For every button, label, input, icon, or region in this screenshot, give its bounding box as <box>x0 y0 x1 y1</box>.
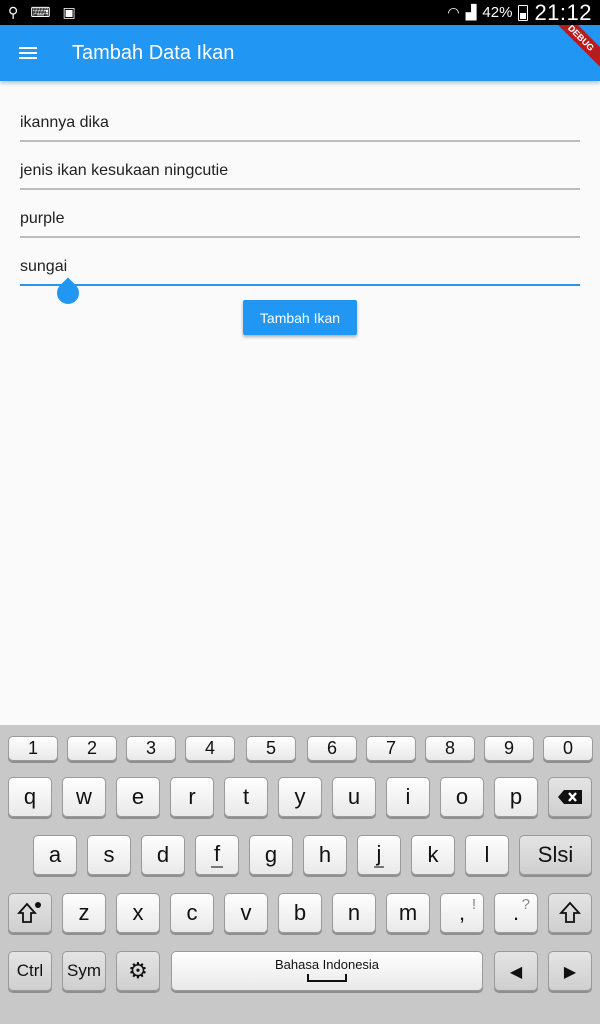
key-q[interactable]: q <box>8 777 52 817</box>
key-c[interactable]: c <box>170 893 214 933</box>
battery-icon <box>518 4 529 21</box>
key-5[interactable]: 5 <box>246 736 296 761</box>
app-bar: Tambah Data Ikan DEBUG <box>0 25 600 81</box>
key-period[interactable]: . ? <box>494 893 538 933</box>
sym-key[interactable]: Sym <box>62 951 106 991</box>
key-j-label: j <box>373 842 385 868</box>
clock: 21:12 <box>534 0 592 25</box>
key-d[interactable]: d <box>141 835 185 875</box>
space-icon <box>307 974 347 982</box>
key-7[interactable]: 7 <box>366 736 416 761</box>
shift-icon <box>17 902 41 923</box>
wifi-icon: ◠ <box>447 4 460 21</box>
key-j[interactable]: j <box>357 835 401 875</box>
cursor-right-key[interactable]: ▶ <box>548 951 592 991</box>
status-bar: ⚲ ⌨ ▣ ◠ ▟ 42% 21:12 <box>0 0 600 25</box>
fish-color-field[interactable]: purple <box>20 206 580 238</box>
backspace-key[interactable] <box>548 777 592 817</box>
cursor-left-key[interactable]: ◀ <box>494 951 538 991</box>
shift-icon <box>558 901 582 923</box>
key-m[interactable]: m <box>386 893 430 933</box>
battery-percent: 42% <box>482 4 513 21</box>
key-f-label: f <box>210 842 224 868</box>
key-l[interactable]: l <box>465 835 509 875</box>
key-b[interactable]: b <box>278 893 322 933</box>
key-1[interactable]: 1 <box>8 736 58 761</box>
arrow-left-icon: ◀ <box>509 961 523 981</box>
key-y[interactable]: y <box>278 777 322 817</box>
screenshot-icon: ▣ <box>62 4 76 21</box>
debug-banner: DEBUG <box>544 25 600 75</box>
fish-name-field[interactable]: ikannya dika <box>20 110 580 142</box>
key-n[interactable]: n <box>332 893 376 933</box>
gear-icon: ⚙ <box>128 958 148 984</box>
key-w[interactable]: w <box>62 777 106 817</box>
key-p[interactable]: p <box>494 777 538 817</box>
period-hint: ? <box>521 896 530 913</box>
arrow-right-icon: ▶ <box>563 961 577 981</box>
usb-icon: ⚲ <box>8 4 19 21</box>
key-i[interactable]: i <box>386 777 430 817</box>
key-2[interactable]: 2 <box>67 736 117 761</box>
key-u[interactable]: u <box>332 777 376 817</box>
key-0[interactable]: 0 <box>543 736 593 761</box>
key-v[interactable]: v <box>224 893 268 933</box>
key-r[interactable]: r <box>170 777 214 817</box>
key-9[interactable]: 9 <box>484 736 534 761</box>
signal-icon: ▟ <box>465 4 477 21</box>
key-h[interactable]: h <box>303 835 347 875</box>
menu-icon[interactable] <box>0 25 56 81</box>
key-3[interactable]: 3 <box>126 736 176 761</box>
enter-key[interactable]: Slsi <box>519 835 592 875</box>
key-e[interactable]: e <box>116 777 160 817</box>
keyboard-icon: ⌨ <box>30 4 51 21</box>
key-6[interactable]: 6 <box>307 736 357 761</box>
fish-type-field[interactable]: jenis ikan kesukaan ningcutie <box>20 158 580 190</box>
key-z[interactable]: z <box>62 893 106 933</box>
key-comma[interactable]: , ! <box>440 893 484 933</box>
key-g[interactable]: g <box>249 835 293 875</box>
key-a[interactable]: a <box>33 835 77 875</box>
ctrl-key[interactable]: Ctrl <box>8 951 52 991</box>
add-fish-button[interactable]: Tambah Ikan <box>243 300 357 335</box>
key-4[interactable]: 4 <box>185 736 235 761</box>
space-key[interactable]: Bahasa Indonesia <box>171 951 483 991</box>
on-screen-keyboard: 1 2 3 4 5 6 7 8 9 0 q w e r t y u i o p … <box>0 725 600 1024</box>
page-title: Tambah Data Ikan <box>72 41 235 64</box>
period-label: . <box>512 900 520 925</box>
shift-key-right[interactable] <box>548 893 592 933</box>
space-label: Bahasa Indonesia <box>274 957 380 972</box>
text-cursor-handle[interactable] <box>52 277 84 309</box>
key-8[interactable]: 8 <box>425 736 475 761</box>
shift-key-left[interactable] <box>8 893 52 933</box>
comma-hint: ! <box>471 896 476 913</box>
backspace-icon <box>558 790 582 804</box>
key-s[interactable]: s <box>87 835 131 875</box>
key-f[interactable]: f <box>195 835 239 875</box>
comma-label: , <box>458 900 466 925</box>
fish-habitat-field[interactable]: sungai <box>20 254 580 286</box>
key-x[interactable]: x <box>116 893 160 933</box>
key-t[interactable]: t <box>224 777 268 817</box>
settings-key[interactable]: ⚙ <box>116 951 160 991</box>
key-o[interactable]: o <box>440 777 484 817</box>
key-k[interactable]: k <box>411 835 455 875</box>
